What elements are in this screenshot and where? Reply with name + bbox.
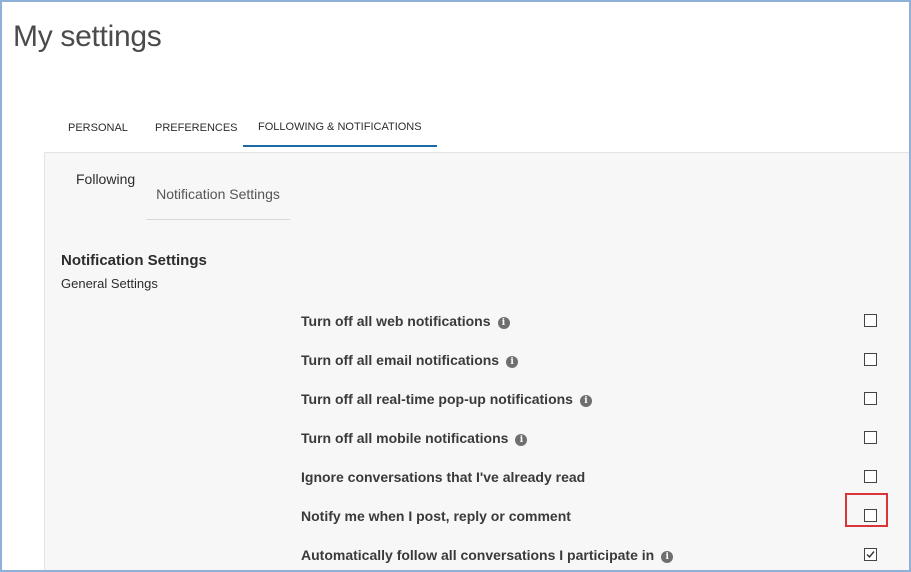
- highlight-box: [845, 493, 888, 527]
- subtab-following[interactable]: Following: [76, 171, 135, 187]
- setting-label: Notify me when I post, reply or comment: [301, 508, 571, 524]
- notifications-panel: Following Notification Settings Notifica…: [44, 152, 909, 570]
- setting-row-popup: Turn off all real-time pop-up notificati…: [301, 388, 881, 414]
- tab-following-notifications[interactable]: FOLLOWING & NOTIFICATIONS: [243, 109, 437, 147]
- setting-label: Turn off all mobile notifications i: [301, 430, 528, 446]
- tab-preferences[interactable]: PREFERENCES: [155, 110, 238, 146]
- setting-row-web: Turn off all web notifications i: [301, 310, 881, 336]
- setting-label: Turn off all email notifications i: [301, 352, 519, 368]
- setting-row-auto-follow: Automatically follow all conversations I…: [301, 544, 881, 570]
- mobile-notifications-checkbox[interactable]: [864, 431, 877, 444]
- info-icon[interactable]: i: [515, 434, 528, 446]
- info-icon[interactable]: i: [497, 317, 510, 329]
- setting-row-mobile: Turn off all mobile notifications i: [301, 427, 881, 453]
- setting-row-email: Turn off all email notifications i: [301, 349, 881, 375]
- settings-window: My settings PERSONAL PREFERENCES FOLLOWI…: [0, 0, 911, 572]
- email-notifications-checkbox[interactable]: [864, 353, 877, 366]
- info-icon[interactable]: i: [661, 551, 674, 563]
- subtab-notification-settings[interactable]: Notification Settings: [146, 173, 290, 220]
- tab-personal[interactable]: PERSONAL: [68, 110, 128, 146]
- setting-label: Automatically follow all conversations I…: [301, 547, 674, 563]
- setting-label: Turn off all real-time pop-up notificati…: [301, 391, 592, 407]
- auto-follow-checkbox[interactable]: [864, 548, 877, 561]
- popup-notifications-checkbox[interactable]: [864, 392, 877, 405]
- section-title: Notification Settings: [61, 252, 207, 269]
- setting-label: Ignore conversations that I've already r…: [301, 469, 586, 485]
- web-notifications-checkbox[interactable]: [864, 314, 877, 327]
- setting-row-ignore-read: Ignore conversations that I've already r…: [301, 466, 881, 492]
- setting-label: Turn off all web notifications i: [301, 313, 510, 329]
- ignore-read-checkbox[interactable]: [864, 470, 877, 483]
- checkmark-icon: [866, 551, 875, 559]
- page-title: My settings: [13, 20, 162, 53]
- setting-row-notify-self: Notify me when I post, reply or comment: [301, 505, 881, 531]
- section-subtitle: General Settings: [61, 276, 158, 291]
- info-icon[interactable]: i: [579, 395, 592, 407]
- info-icon[interactable]: i: [506, 356, 519, 368]
